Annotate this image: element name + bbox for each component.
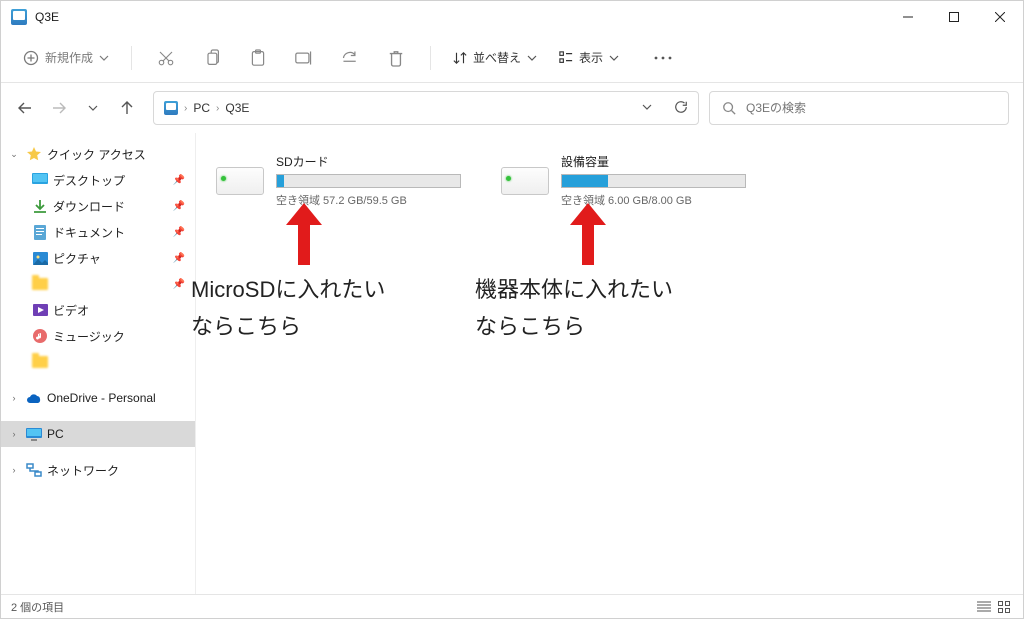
chevron-right-icon[interactable]: ›: [7, 429, 21, 439]
chevron-right-icon[interactable]: ›: [7, 465, 21, 475]
pin-icon: 📌: [173, 201, 185, 212]
copy-icon[interactable]: [192, 40, 232, 76]
window-title: Q3E: [35, 10, 59, 24]
sort-button[interactable]: 並べ替え: [445, 45, 545, 70]
nav-back-button[interactable]: [15, 98, 35, 118]
maximize-button[interactable]: [931, 1, 977, 33]
address-row: › PC › Q3E: [1, 83, 1023, 133]
pc-icon: [25, 425, 43, 443]
nav-up-button[interactable]: [117, 98, 137, 118]
new-label: 新規作成: [45, 49, 93, 66]
device-icon: [164, 101, 178, 115]
download-icon: [31, 197, 49, 215]
drive-icon: [216, 167, 264, 195]
sidebar-documents[interactable]: ドキュメント 📌: [1, 219, 195, 245]
annotation-microsd: MicroSDに入れたい ならこちら: [191, 203, 385, 346]
chevron-right-icon[interactable]: ›: [7, 393, 21, 403]
separator: [430, 46, 431, 70]
sidebar-onedrive[interactable]: › OneDrive - Personal: [1, 385, 195, 411]
folder-icon: [31, 353, 49, 371]
sidebar-pc[interactable]: › PC: [1, 421, 195, 447]
address-dropdown-icon[interactable]: [642, 101, 652, 115]
drive-sdcard[interactable]: SDカード 空き領域 57.2 GB/59.5 GB: [216, 151, 461, 208]
cloud-icon: [25, 389, 43, 407]
nav-sidebar: ⌄ クイック アクセス デスクトップ 📌 ダウンロード 📌 ドキュメント 📌 ピ…: [1, 133, 196, 594]
sidebar-pictures[interactable]: ピクチャ 📌: [1, 245, 195, 271]
status-bar: 2 個の項目: [1, 594, 1023, 618]
share-icon[interactable]: [330, 40, 370, 76]
drive-icon: [501, 167, 549, 195]
paste-icon[interactable]: [238, 40, 278, 76]
sort-label: 並べ替え: [473, 49, 521, 66]
annotation-text: MicroSDに入れたい ならこちら: [191, 271, 385, 346]
status-item-count: 2 個の項目: [11, 599, 64, 615]
minimize-button[interactable]: [885, 1, 931, 33]
video-icon: [31, 301, 49, 319]
nav-forward-button[interactable]: [49, 98, 69, 118]
window-controls: [885, 1, 1023, 33]
nav-history-button[interactable]: [83, 98, 103, 118]
tiles-view-icon[interactable]: [995, 599, 1013, 615]
refresh-icon[interactable]: [674, 100, 688, 117]
pin-icon: 📌: [173, 279, 185, 290]
pin-icon: 📌: [173, 227, 185, 238]
drive-capacity-bar: [276, 174, 461, 188]
drive-name: 設備容量: [561, 153, 746, 170]
search-box[interactable]: [709, 91, 1009, 125]
drive-internal[interactable]: 設備容量 空き領域 6.00 GB/8.00 GB: [501, 151, 746, 208]
sidebar-music[interactable]: ミュージック: [1, 323, 195, 349]
new-button[interactable]: 新規作成: [15, 45, 117, 70]
sidebar-item-hidden[interactable]: [1, 349, 195, 375]
drive-name: SDカード: [276, 153, 461, 170]
pictures-icon: [31, 249, 49, 267]
network-icon: [25, 461, 43, 479]
sidebar-network[interactable]: › ネットワーク: [1, 457, 195, 483]
details-view-icon[interactable]: [975, 599, 993, 615]
separator: [131, 46, 132, 70]
search-icon: [722, 101, 736, 115]
pin-icon: 📌: [173, 175, 185, 186]
sidebar-desktop[interactable]: デスクトップ 📌: [1, 167, 195, 193]
breadcrumb-root[interactable]: PC: [193, 101, 210, 115]
chevron-down-icon[interactable]: ⌄: [7, 149, 21, 160]
more-icon[interactable]: [643, 40, 683, 76]
annotation-text: 機器本体に入れたい ならこちら: [475, 271, 673, 346]
annotation-internal: 機器本体に入れたい ならこちら: [475, 203, 673, 346]
sidebar-downloads[interactable]: ダウンロード 📌: [1, 193, 195, 219]
star-icon: [25, 145, 43, 163]
desktop-icon: [31, 171, 49, 189]
chevron-right-icon: ›: [216, 103, 219, 114]
address-bar[interactable]: › PC › Q3E: [153, 91, 699, 125]
app-icon: [11, 9, 27, 25]
cut-icon[interactable]: [146, 40, 186, 76]
music-icon: [31, 327, 49, 345]
drive-capacity-bar: [561, 174, 746, 188]
toolbar: 新規作成 並べ替え 表示: [1, 33, 1023, 83]
breadcrumb-current[interactable]: Q3E: [225, 101, 249, 115]
content-pane: SDカード 空き領域 57.2 GB/59.5 GB 設備容量 空き領域 6.0…: [196, 133, 1023, 594]
close-button[interactable]: [977, 1, 1023, 33]
document-icon: [31, 223, 49, 241]
chevron-right-icon: ›: [184, 103, 187, 114]
search-input[interactable]: [746, 101, 996, 115]
view-label: 表示: [579, 49, 603, 66]
sidebar-item-hidden[interactable]: 📌: [1, 271, 195, 297]
titlebar: Q3E: [1, 1, 1023, 33]
pin-icon: 📌: [173, 253, 185, 264]
view-button[interactable]: 表示: [551, 45, 627, 70]
sidebar-quick-access[interactable]: ⌄ クイック アクセス: [1, 141, 195, 167]
sidebar-videos[interactable]: ビデオ: [1, 297, 195, 323]
delete-icon[interactable]: [376, 40, 416, 76]
folder-icon: [31, 275, 49, 293]
rename-icon[interactable]: [284, 40, 324, 76]
